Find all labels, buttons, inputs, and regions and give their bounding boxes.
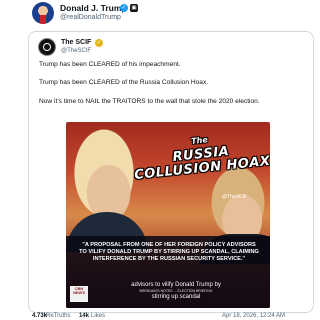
quoted-author-handle[interactable]: @TheSCIF xyxy=(61,48,91,54)
chyron-small-text: BRENNAN'S NOTES ... ELECTION BRIEFING xyxy=(139,289,213,293)
caption-overlay: "A PROPOSAL FROM ONE OF HER FOREIGN POLI… xyxy=(66,236,270,308)
likes-count[interactable]: 14k xyxy=(79,313,89,320)
post-media-image[interactable]: The RUSSIA COLLUSION HOAX @TheSCIF "A PR… xyxy=(66,122,270,308)
quoted-text-line: Now it's time to NAIL the TRAITORS to th… xyxy=(39,98,260,105)
author-avatar[interactable] xyxy=(32,2,54,24)
retweets-label[interactable]: ReTruths xyxy=(46,313,70,320)
post-header: Donald J. Trump ✓ ▣ @realDonaldTrump xyxy=(0,0,320,28)
affiliation-badge-icon: ▣ xyxy=(130,4,138,12)
quoted-text-line: Trump has been CLEARED of his impeachmen… xyxy=(39,61,181,68)
media-credit: @TheSCIF xyxy=(222,194,248,200)
retweets-count[interactable]: 4.73k xyxy=(32,313,47,320)
post-stats-bar: 4.73k ReTruths 14k Likes Apr 18, 2026, 1… xyxy=(0,313,320,320)
live-caption-line: advisors to vilify Donald Trump by xyxy=(131,282,221,288)
quoted-text-line: Trump has been CLEARED of the Russia Col… xyxy=(39,79,209,86)
author-handle[interactable]: @realDonaldTrump xyxy=(60,14,121,21)
author-name[interactable]: Donald J. Trump xyxy=(60,3,127,13)
verified-gold-icon: ✓ xyxy=(95,39,103,47)
quoted-avatar[interactable] xyxy=(38,38,56,56)
caption-quote: "A PROPOSAL FROM ONE OF HER FOREIGN POLI… xyxy=(79,242,259,263)
live-caption-line: stirring up scandal xyxy=(151,294,201,300)
post-timestamp[interactable]: Apr 18, 2026, 12:24 AM xyxy=(222,313,285,320)
likes-label[interactable]: Likes xyxy=(91,313,105,320)
quoted-author-name[interactable]: The SCIF xyxy=(61,39,91,46)
verified-icon: ✓ xyxy=(120,4,128,12)
news-logo: CBN NEWS xyxy=(70,286,88,302)
